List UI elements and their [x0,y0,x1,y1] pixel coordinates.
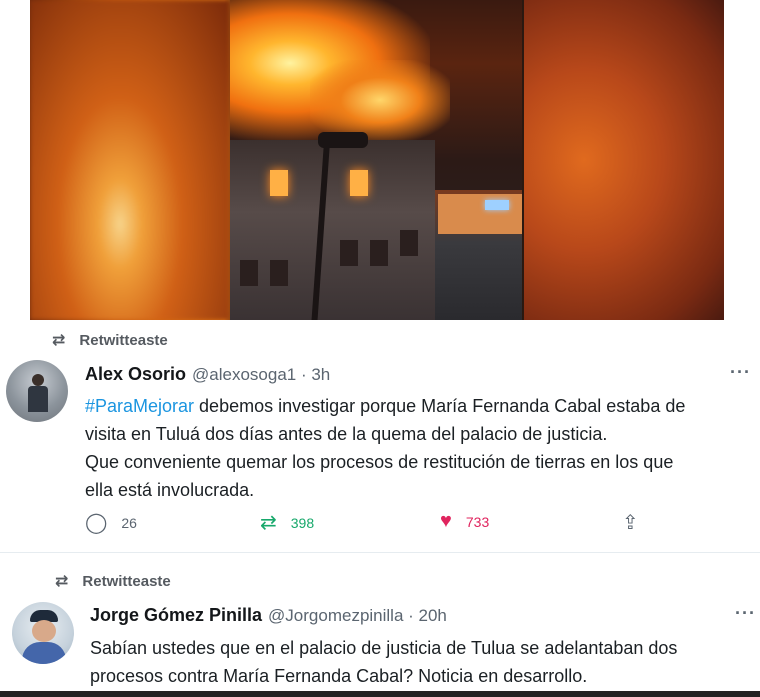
avatar-face [32,620,56,642]
share-icon: ⇪ [622,512,639,534]
building-window [340,240,358,266]
retweet-button[interactable]: ⇄ 398 [260,510,314,535]
building-window [370,240,388,266]
retweet-context-label: Retwitteaste [82,572,171,590]
media-blur-right [524,0,724,320]
retweet-count: 398 [290,514,315,531]
fire-flames-secondary [310,60,450,140]
like-count: 733 [465,513,490,530]
tweet-media-image[interactable] [30,0,724,320]
more-options-icon[interactable]: ··· [730,362,751,383]
comment-icon: ◯ [85,512,108,534]
building-window-lit [270,170,288,196]
avatar[interactable] [6,360,68,422]
retweet-context: ⇄ Retwitteaste [55,571,171,591]
reply-count: 26 [121,514,137,531]
reply-button[interactable]: ◯ 26 [85,510,137,535]
avatar-figure-body [28,386,48,412]
like-button[interactable]: ♥ 733 [440,510,489,533]
retweet-icon: ⇄ [55,573,69,590]
avatar[interactable] [12,602,74,664]
author-handle[interactable]: @Jorgomezpinilla · 20h [268,606,447,626]
avatar-figure-head [32,374,44,386]
hashtag-link[interactable]: #ParaMejorar [85,396,194,416]
tweet-text: #ParaMejorar debemos investigar porque M… [85,392,745,504]
building-window [270,260,288,286]
media-fire-photo [230,0,522,320]
tweet-text: Sabían ustedes que en el palacio de just… [90,638,678,686]
building-window [400,230,418,256]
building-window [240,260,258,286]
author-name[interactable]: Alex Osorio [85,364,186,385]
retweet-icon: ⇄ [52,332,66,349]
avatar-shirt [22,642,66,664]
author-handle[interactable]: @alexosoga1 · 3h [192,365,330,385]
retweet-context-label: Retwitteaste [79,331,168,349]
burning-building [230,140,435,320]
building-window-lit [350,170,368,196]
bottom-border [0,691,760,697]
tweet-header: Jorge Gómez Pinilla @Jorgomezpinilla · 2… [90,605,447,626]
share-button[interactable]: ⇪ [622,510,653,535]
tweet-actions: ◯ 26 ⇄ 398 ♥ 733 ⇪ [85,510,665,538]
tweet-header: Alex Osorio @alexosoga1 · 3h [85,364,330,385]
more-options-icon[interactable]: ··· [735,603,756,624]
author-name[interactable]: Jorge Gómez Pinilla [90,605,262,626]
media-blur-left [30,0,230,320]
heart-icon: ♥ [440,510,452,532]
retweet-icon: ⇄ [260,512,277,534]
shop-front [438,194,522,234]
shop-light [485,200,509,210]
retweet-context: ⇄ Retwitteaste [52,330,168,350]
tweet-divider [0,552,760,553]
